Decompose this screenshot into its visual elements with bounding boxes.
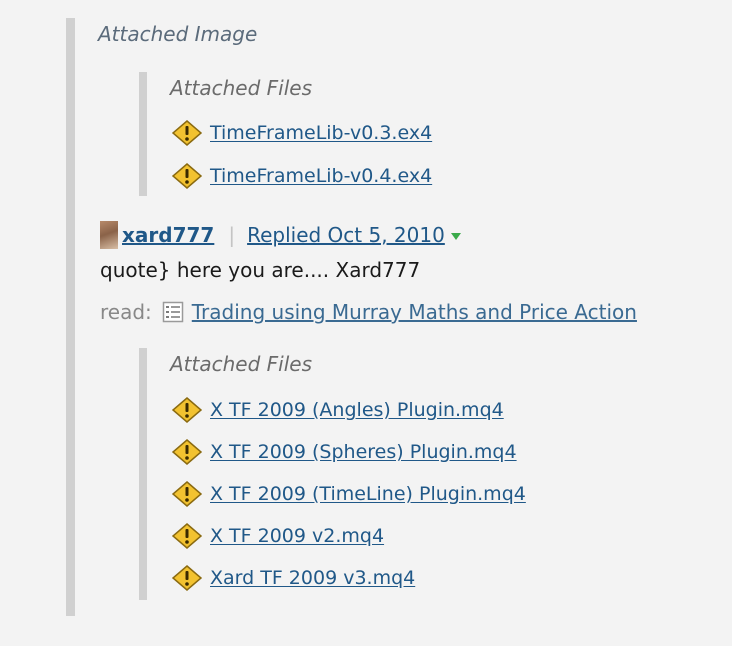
thread-reference: read: Trading using Murray Maths and Pri… bbox=[100, 299, 637, 325]
quote-bar bbox=[66, 18, 75, 616]
attachment-item[interactable]: Xard TF 2009 v3.mq4 bbox=[172, 565, 415, 591]
attachment-link[interactable]: TimeFrameLib-v0.4.ex4 bbox=[210, 165, 432, 187]
attachment-item[interactable]: TimeFrameLib-v0.4.ex4 bbox=[172, 163, 432, 189]
attachment-item[interactable]: X TF 2009 (TimeLine) Plugin.mq4 bbox=[172, 481, 526, 507]
separator: | bbox=[228, 223, 236, 247]
attached-image-label: Attached Image bbox=[98, 22, 258, 46]
post-header: xard777 | Replied Oct 5, 2010 bbox=[100, 220, 461, 250]
attachment-link[interactable]: X TF 2009 v2.mq4 bbox=[210, 525, 384, 547]
attachment-link[interactable]: X TF 2009 (Spheres) Plugin.mq4 bbox=[210, 441, 517, 463]
attached-files-title: Attached Files bbox=[170, 352, 312, 376]
post-body-text: quote} here you are.... Xard777 bbox=[100, 258, 421, 282]
attachment-link[interactable]: Xard TF 2009 v3.mq4 bbox=[210, 567, 415, 589]
attachment-link[interactable]: TimeFrameLib-v0.3.ex4 bbox=[210, 122, 432, 144]
replied-date-link[interactable]: Replied Oct 5, 2010 bbox=[247, 223, 445, 247]
attached-files-title: Attached Files bbox=[170, 76, 312, 100]
warning-icon bbox=[172, 397, 202, 423]
attachment-item[interactable]: X TF 2009 v2.mq4 bbox=[172, 523, 384, 549]
warning-icon bbox=[172, 523, 202, 549]
avatar[interactable] bbox=[100, 221, 118, 249]
dropdown-caret-icon[interactable] bbox=[450, 232, 461, 240]
attachment-link[interactable]: X TF 2009 (Angles) Plugin.mq4 bbox=[210, 399, 504, 421]
attachment-item[interactable]: TimeFrameLib-v0.3.ex4 bbox=[172, 120, 432, 146]
warning-icon bbox=[172, 481, 202, 507]
thread-title-link[interactable]: Trading using Murray Maths and Price Act… bbox=[192, 300, 637, 324]
warning-icon bbox=[172, 120, 202, 146]
thread-label: read: bbox=[100, 300, 152, 324]
warning-icon bbox=[172, 439, 202, 465]
attached-files-bar bbox=[139, 348, 147, 600]
attachment-item[interactable]: X TF 2009 (Angles) Plugin.mq4 bbox=[172, 397, 504, 423]
attached-files-bar bbox=[139, 72, 147, 196]
warning-icon bbox=[172, 565, 202, 591]
forum-post-quote: Attached Image Attached Files TimeFrameL… bbox=[0, 0, 732, 646]
attachment-item[interactable]: X TF 2009 (Spheres) Plugin.mq4 bbox=[172, 439, 517, 465]
attachment-link[interactable]: X TF 2009 (TimeLine) Plugin.mq4 bbox=[210, 483, 526, 505]
username-link[interactable]: xard777 bbox=[122, 223, 214, 247]
thread-list-icon bbox=[162, 301, 184, 323]
warning-icon bbox=[172, 163, 202, 189]
